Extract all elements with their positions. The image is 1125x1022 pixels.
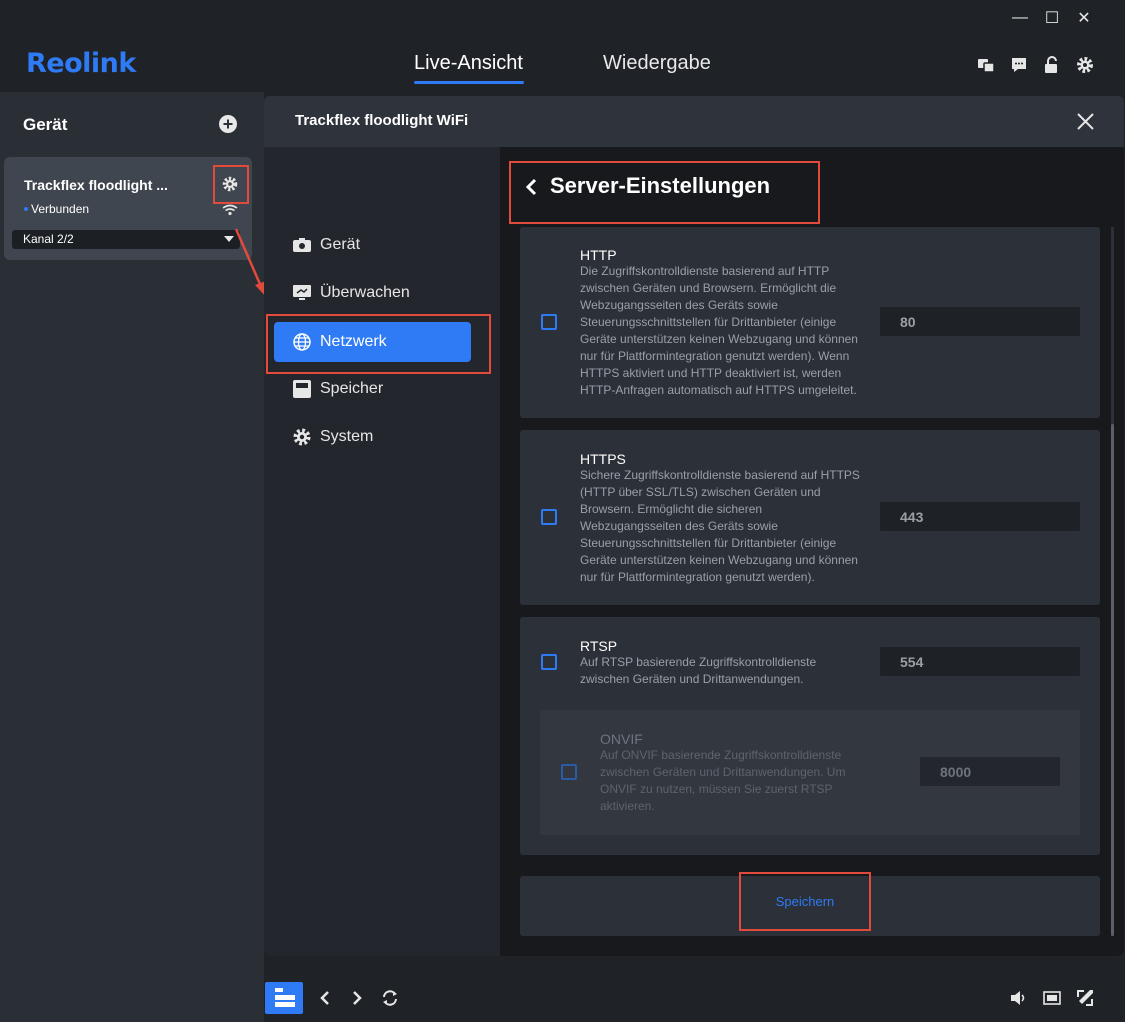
http-description: Die Zugriffskontrolldienste basierend au… xyxy=(580,264,858,397)
onvif-port-input[interactable]: 8000 xyxy=(920,757,1060,786)
https-title: HTTPS xyxy=(580,451,626,467)
rtsp-description: Auf RTSP basierende Zugriffskontrolldien… xyxy=(580,655,817,686)
layout-toggle-button[interactable] xyxy=(265,982,303,1014)
device-status: Verbunden xyxy=(31,202,90,216)
highlight-network-menu xyxy=(266,314,491,374)
https-checkbox[interactable] xyxy=(541,509,557,525)
layout-icon xyxy=(275,988,295,1007)
channel-select-value: Kanal 2/2 xyxy=(23,232,74,246)
screen-icon[interactable] xyxy=(1043,989,1061,1007)
wifi-icon xyxy=(222,204,238,216)
device-name: Trackflex floodlight ... xyxy=(24,177,168,193)
add-device-button[interactable] xyxy=(219,115,237,133)
monitor-icon xyxy=(292,283,312,303)
minimize-button[interactable]: — xyxy=(1008,6,1032,30)
http-port-input[interactable]: 80 xyxy=(880,307,1080,336)
onvif-title: ONVIF xyxy=(600,731,643,747)
scrollbar-thumb[interactable] xyxy=(1111,424,1114,936)
http-title: HTTP xyxy=(580,247,617,263)
device-settings-dialog: Trackflex floodlight WiFi Gerät Überwach… xyxy=(264,96,1124,956)
menu-item-device[interactable]: Gerät xyxy=(292,225,360,265)
sidebar-title: Gerät xyxy=(23,115,68,134)
camera-icon xyxy=(292,235,312,255)
next-button[interactable] xyxy=(348,989,366,1007)
fullscreen-icon[interactable] xyxy=(1076,989,1094,1007)
storage-icon xyxy=(292,379,312,399)
minimize-icon: — xyxy=(1012,9,1028,26)
dialog-close-button[interactable] xyxy=(1077,113,1094,130)
rtsp-port-input[interactable]: 554 xyxy=(880,647,1080,676)
maximize-button[interactable]: ☐ xyxy=(1040,6,1064,30)
refresh-icon[interactable] xyxy=(381,989,399,1007)
message-icon[interactable] xyxy=(1010,56,1028,74)
tab-live-view[interactable]: Live-Ansicht xyxy=(414,52,523,75)
highlight-page-title xyxy=(509,161,820,224)
rtsp-checkbox[interactable] xyxy=(541,654,557,670)
translate-icon[interactable] xyxy=(977,56,995,74)
previous-button[interactable] xyxy=(316,989,334,1007)
gear-icon xyxy=(292,427,312,447)
highlight-device-settings xyxy=(213,165,249,204)
menu-item-system[interactable]: System xyxy=(292,417,373,457)
onvif-description: Auf ONVIF basierende Zugriffskontrolldie… xyxy=(600,748,846,813)
http-checkbox[interactable] xyxy=(541,314,557,330)
unlock-icon[interactable] xyxy=(1043,56,1061,74)
menu-item-label: Gerät xyxy=(320,236,361,253)
settings-icon[interactable] xyxy=(1076,56,1094,74)
app-logo: Reolink xyxy=(26,48,136,79)
dialog-title: Trackflex floodlight WiFi xyxy=(295,112,469,129)
active-tab-indicator xyxy=(414,81,524,84)
rtsp-title: RTSP xyxy=(580,638,618,654)
menu-item-label: Überwachen xyxy=(320,284,410,301)
https-port-input[interactable]: 443 xyxy=(880,502,1080,531)
menu-item-label: Speicher xyxy=(320,380,384,397)
menu-item-label: System xyxy=(320,428,374,445)
volume-icon[interactable] xyxy=(1010,989,1028,1007)
tab-playback[interactable]: Wiedergabe xyxy=(603,52,711,75)
onvif-checkbox[interactable] xyxy=(561,764,577,780)
close-icon: ✕ xyxy=(1077,10,1091,27)
close-window-button[interactable]: ✕ xyxy=(1072,6,1096,30)
status-dot xyxy=(24,207,28,211)
highlight-save-button xyxy=(739,872,871,931)
menu-item-monitor[interactable]: Überwachen xyxy=(292,273,410,313)
https-description: Sichere Zugriffskontrolldienste basieren… xyxy=(580,468,860,584)
menu-item-storage[interactable]: Speicher xyxy=(292,369,383,409)
maximize-icon: ☐ xyxy=(1044,10,1060,27)
